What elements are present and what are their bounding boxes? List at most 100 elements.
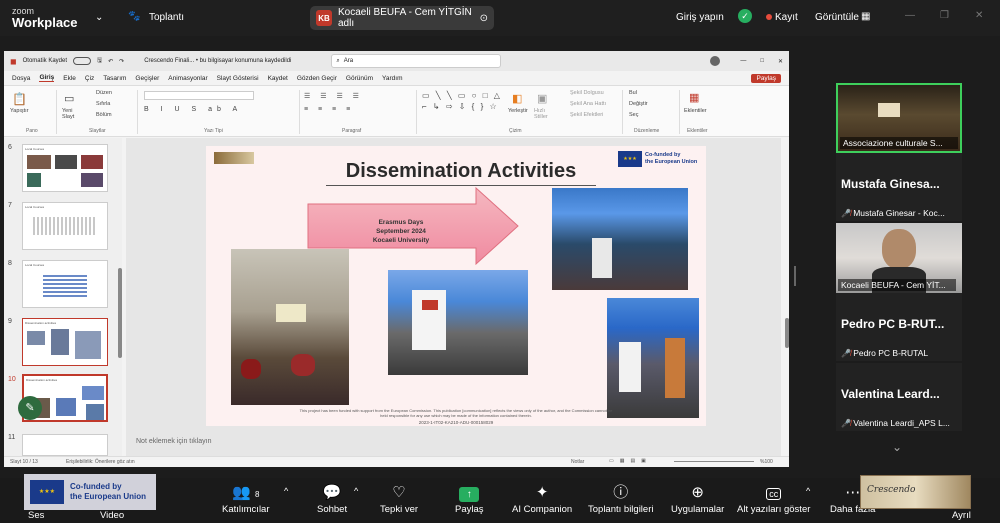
slide-thumbnail[interactable]: Local Courses	[22, 260, 108, 308]
quick-styles-button[interactable]: Hızlı Stiller	[534, 108, 558, 120]
participant-tile-active[interactable]: Associazione culturale S...	[836, 83, 962, 153]
chat-button[interactable]: 💬 Sohbet	[317, 484, 347, 515]
minimize-icon[interactable]: —	[905, 10, 915, 21]
ppt-ribbon: 📋 Yapıştır Pano ▭ Yeni Slayt Düzen Sıfır…	[4, 85, 789, 137]
avatar[interactable]	[710, 56, 721, 66]
thumbs-scrollbar[interactable]	[118, 268, 122, 358]
maximize-icon[interactable]: ❐	[940, 10, 949, 21]
ppt-close-icon[interactable]: ✕	[778, 58, 783, 65]
sign-in-link[interactable]: Giriş yapın	[676, 12, 724, 23]
shape-effects-button[interactable]: Şekil Efektleri	[570, 112, 603, 118]
view-button[interactable]: Görüntüle	[815, 12, 859, 23]
captions-button[interactable]: cc Alt yazıları göster	[737, 484, 810, 515]
undo-icon[interactable]: ↶	[108, 58, 113, 65]
react-button[interactable]: ♡ Tepki ver	[380, 484, 418, 515]
video-button[interactable]: Video	[100, 510, 124, 521]
notes-button[interactable]: Notlar	[571, 459, 584, 465]
chevron-down-icon[interactable]: ⌄	[892, 440, 902, 454]
find-button[interactable]: Bul	[629, 90, 637, 96]
ppt-share-button[interactable]: Paylaş	[751, 73, 781, 83]
arrange-icon[interactable]: ◧	[512, 92, 522, 105]
redo-icon[interactable]: ↷	[119, 58, 124, 65]
slide-thumbnail[interactable]: Local Courses	[22, 202, 108, 250]
menu-draw[interactable]: Çiz	[85, 75, 94, 82]
layout-button[interactable]: Düzen	[96, 90, 112, 96]
font-format-icons[interactable]: B I U S ab A	[144, 106, 242, 113]
chevron-down-icon[interactable]: ⌄	[95, 12, 103, 23]
accessibility-status[interactable]: Erişilebilirlik: Önerilere göz atın	[66, 459, 135, 465]
record-button[interactable]: Kayıt	[775, 12, 798, 23]
shapes-gallery[interactable]: ▭ ╲ ╲ ▭ ○ □ △ ⌐ ↳ ⇨ ⇩ { } ☆	[422, 90, 502, 112]
select-button[interactable]: Seç	[629, 112, 638, 118]
save-icon[interactable]: 🖫	[97, 56, 102, 66]
project-code: 2023-1-IT02-KA210-ADU-000158029	[418, 420, 494, 425]
share-button[interactable]: ↑ Paylaş	[455, 484, 484, 515]
slide-thumbnail[interactable]	[22, 434, 108, 456]
menu-view[interactable]: Görünüm	[346, 75, 373, 82]
arrange-button[interactable]: Yerleştir	[508, 108, 528, 114]
participant-tile[interactable]: Valentina Leard... 🎤̸ Valentina Leardi_A…	[836, 363, 962, 431]
autosave-toggle[interactable]	[73, 57, 91, 65]
menu-animations[interactable]: Animasyonlar	[168, 75, 207, 82]
menu-transitions[interactable]: Geçişler	[135, 75, 159, 82]
close-icon[interactable]: ✕	[975, 10, 983, 21]
menu-record[interactable]: Kaydet	[268, 75, 288, 82]
slide-thumbnail[interactable]: Local Courses	[22, 144, 108, 192]
caret-up-icon[interactable]: ^	[354, 486, 358, 496]
notes-placeholder[interactable]: Not eklemek için tıklayın	[136, 438, 211, 445]
shape-fill-button[interactable]: Şekil Dolgusu	[570, 90, 604, 96]
eu-flag-icon: ★★★	[30, 480, 64, 504]
reset-button[interactable]: Sıfırla	[96, 101, 110, 107]
menu-help[interactable]: Yardım	[382, 75, 402, 82]
screen-share-indicator[interactable]: KB Kocaeli BEUFA - Cem YİTGİN adlı ⊙	[310, 6, 494, 30]
participants-button[interactable]: 👥 8 Katılımcılar	[222, 484, 270, 515]
addins-icon[interactable]: ▦	[689, 91, 699, 104]
menu-file[interactable]: Dosya	[12, 75, 30, 82]
section-button[interactable]: Bölüm	[96, 112, 112, 118]
thumb-number: 6	[8, 144, 12, 151]
ppt-minimize-icon[interactable]: —	[740, 58, 746, 64]
react-label: Tepki ver	[380, 504, 419, 515]
meeting-label[interactable]: Toplantı	[149, 12, 184, 23]
participant-tile[interactable]: Mustafa Ginesa... 🎤̸ Mustafa Ginesar - K…	[836, 153, 962, 221]
slide-thumbnail[interactable]: Dissemination activities	[22, 318, 108, 366]
pen-icon[interactable]: ✎	[18, 396, 42, 420]
replace-button[interactable]: Değiştir	[629, 101, 648, 107]
list-icons[interactable]: ☰ ☰ ☰ ☰	[304, 92, 363, 100]
caret-up-icon[interactable]: ^	[284, 486, 288, 496]
apps-button[interactable]: ⊕ Uygulamalar	[671, 484, 724, 515]
font-family-select[interactable]	[144, 91, 254, 100]
menu-slideshow[interactable]: Slayt Gösterisi	[217, 75, 259, 82]
paste-icon[interactable]: 📋	[12, 92, 27, 106]
arrow-line1: Erasmus Days	[378, 219, 424, 226]
participant-tile-video[interactable]: Kocaeli BEUFA - Cem YİT...	[836, 223, 962, 293]
addins-button[interactable]: Eklentiler	[684, 108, 707, 114]
split-handle[interactable]	[794, 266, 796, 286]
ai-companion-button[interactable]: ✦ AI Companion	[512, 484, 572, 515]
menu-review[interactable]: Gözden Geçir	[297, 75, 337, 82]
leave-button[interactable]: Ayrıl	[952, 510, 971, 521]
more-options-icon[interactable]: ⊙	[480, 13, 488, 24]
caret-up-icon[interactable]: ^	[806, 486, 810, 496]
new-slide-icon[interactable]: ▭	[64, 92, 74, 105]
menu-design[interactable]: Tasarım	[103, 75, 126, 82]
ppt-maximize-icon[interactable]: □	[760, 58, 764, 64]
menu-home[interactable]: Giriş	[39, 74, 55, 82]
menu-insert[interactable]: Ekle	[63, 75, 76, 82]
paw-icon: 🐾	[128, 11, 141, 22]
grid-icon[interactable]: ▦	[861, 11, 870, 22]
quick-styles-icon[interactable]: ▣	[537, 92, 547, 105]
canvas-scrollbar[interactable]	[785, 318, 789, 348]
zoom-slider[interactable]	[674, 461, 754, 462]
meeting-info-button[interactable]: ⓘ Toplantı bilgileri	[588, 484, 653, 515]
shape-outline-button[interactable]: Şekil Ana Hattı	[570, 101, 606, 107]
audio-button[interactable]: Ses	[28, 510, 44, 521]
eu-logo: ★★★ Co-funded by the European Union	[618, 150, 702, 168]
paste-button[interactable]: Yapıştır	[10, 108, 29, 114]
align-icons[interactable]: ≡ ≡ ≡ ≡	[304, 106, 354, 113]
new-slide-button[interactable]: Yeni Slayt	[62, 108, 86, 120]
participant-tile[interactable]: Pedro PC B-RUT... 🎤̸ Pedro PC B-RUTAL	[836, 293, 962, 361]
view-mode-icons[interactable]: ▭▦▤▣	[609, 458, 652, 464]
search-box[interactable]: ⌕ Ara	[331, 54, 502, 68]
search-icon: ⌕	[336, 57, 340, 64]
